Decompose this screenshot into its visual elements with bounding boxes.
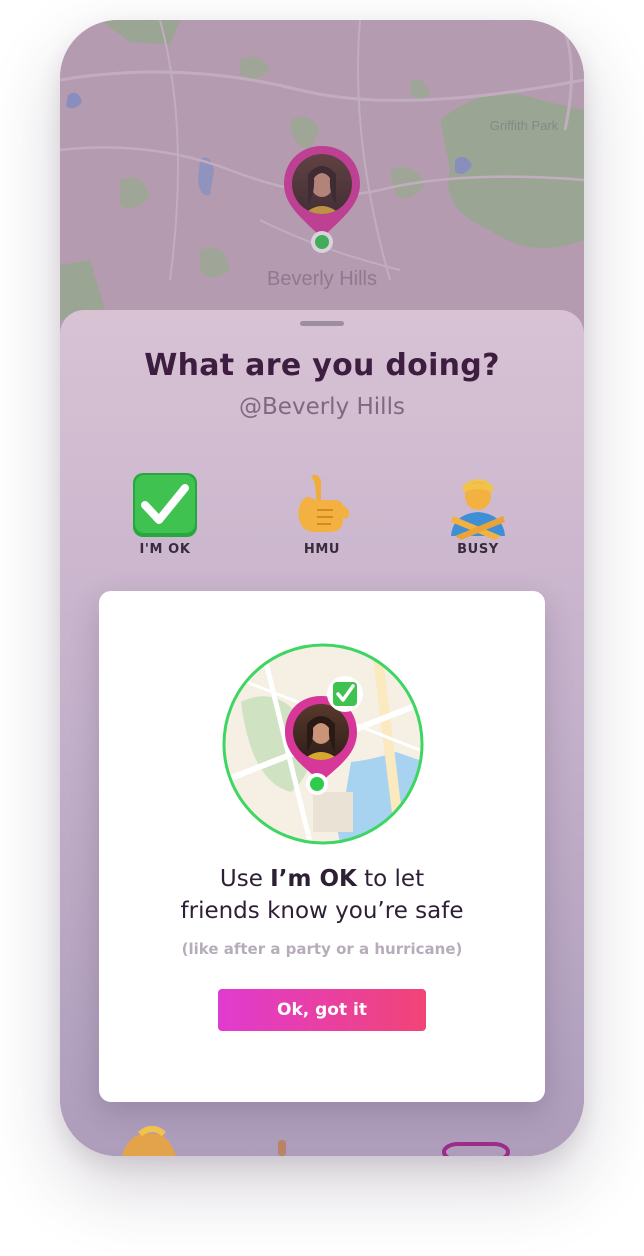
modal-headline-suffix: to let — [356, 866, 425, 892]
sheet-location: @Beverly Hills — [239, 394, 405, 420]
sheet-more-options-peek — [60, 1120, 584, 1156]
ok-got-it-button[interactable]: Ok, got it — [218, 989, 426, 1031]
im-ok-illustration — [222, 643, 424, 845]
check-mark-icon — [133, 473, 197, 537]
crossed-arms-person-icon — [451, 479, 505, 540]
modal-headline-line1: Use I’m OK to let — [99, 866, 545, 892]
more-emoji-peek — [122, 1126, 510, 1156]
modal-note: (like after a party or a hurricane) — [181, 940, 463, 958]
phone-frame: Beverly Hills Griffith Park What are you… — [60, 20, 584, 1156]
modal-headline-bold: I’m OK — [270, 866, 357, 892]
status-label-hmu: HMU — [303, 542, 341, 557]
status-option-hmu[interactable]: HMU — [267, 470, 377, 557]
modal-headline-line2: friends know you’re safe — [180, 898, 464, 924]
status-option-im-ok[interactable]: I'M OK — [110, 470, 220, 557]
status-label-im-ok: I'M OK — [139, 542, 191, 557]
status-label-busy: BUSY — [457, 542, 499, 557]
modal-headline-prefix: Use — [219, 866, 271, 892]
sheet-title: What are you doing? — [144, 348, 500, 383]
status-option-busy[interactable]: BUSY — [423, 470, 533, 557]
onboarding-modal: Use I’m OK to let friends know you’re sa… — [99, 591, 545, 1102]
sheet-drag-handle[interactable] — [300, 321, 344, 326]
call-me-hand-icon — [298, 474, 349, 532]
